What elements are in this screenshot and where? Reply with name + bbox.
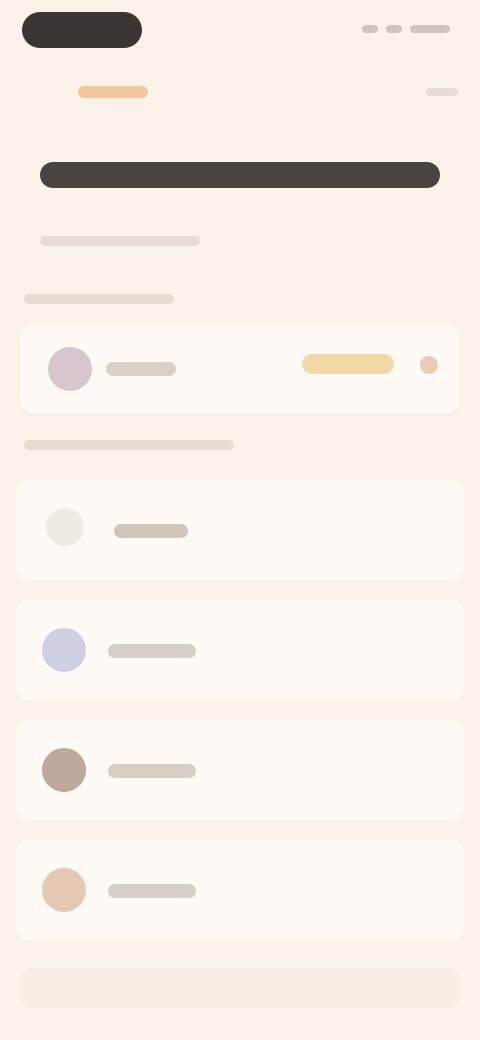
- section-label-current: [24, 294, 174, 304]
- item-list: [16, 470, 464, 960]
- chevron-right-icon[interactable]: [420, 356, 438, 374]
- wifi-icon: [386, 25, 402, 33]
- list-item-name: [108, 644, 196, 658]
- list-item-name: [114, 524, 188, 538]
- list-item[interactable]: [16, 840, 464, 940]
- list-item[interactable]: [16, 600, 464, 700]
- status-icons: [360, 22, 450, 36]
- status-time: [22, 12, 142, 48]
- avatar: [42, 748, 86, 792]
- status-badge: [302, 354, 394, 374]
- signal-icon: [362, 25, 378, 33]
- current-item-card[interactable]: [20, 324, 460, 414]
- avatar: [48, 347, 92, 391]
- avatar: [42, 868, 86, 912]
- avatar: [46, 508, 84, 546]
- page-subtitle: [40, 236, 200, 246]
- current-item-name: [106, 362, 176, 376]
- list-item[interactable]: [16, 720, 464, 820]
- section-label-list: [24, 440, 234, 450]
- list-item-name: [108, 764, 196, 778]
- back-link[interactable]: [78, 86, 148, 98]
- battery-icon: [410, 25, 450, 33]
- avatar: [42, 628, 86, 672]
- page-title: [40, 162, 440, 188]
- list-item-name: [108, 884, 196, 898]
- status-bar: [0, 0, 480, 64]
- menu-button[interactable]: [426, 88, 458, 96]
- top-navigation: [0, 72, 480, 116]
- list-item[interactable]: [16, 480, 464, 580]
- bottom-bar: [20, 968, 460, 1008]
